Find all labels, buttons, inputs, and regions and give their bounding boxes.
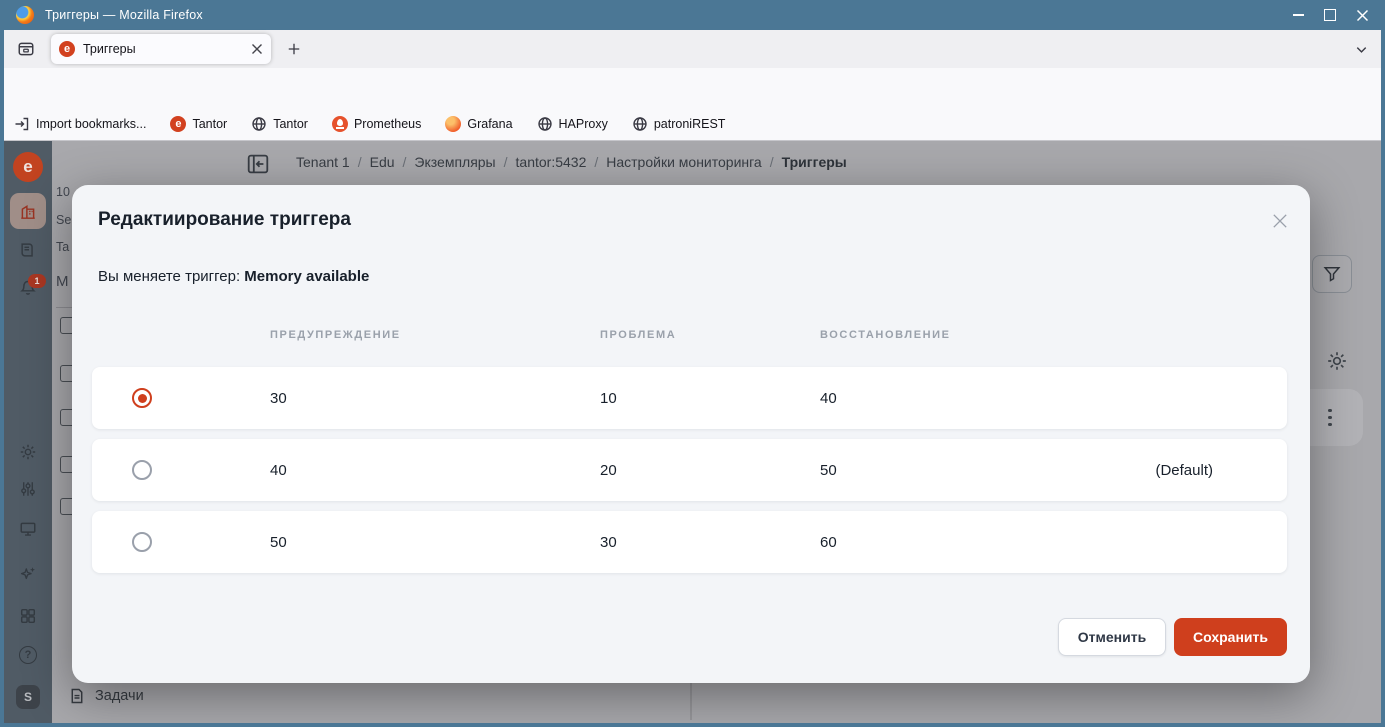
bookmark-grafana[interactable]: Grafana	[445, 116, 512, 132]
radio-option-2[interactable]	[132, 460, 152, 480]
plus-icon	[287, 42, 301, 56]
window-titlebar: Триггеры — Mozilla Firefox	[0, 0, 1385, 30]
bg-fragment: Ta	[56, 240, 69, 254]
window-title: Триггеры — Mozilla Firefox	[45, 8, 203, 22]
import-icon	[14, 116, 30, 132]
bookmark-tantor-2[interactable]: Tantor	[251, 116, 308, 132]
column-recovery: ВОССТАНОВЛЕНИЕ	[820, 329, 951, 341]
save-button[interactable]: Сохранить	[1174, 618, 1287, 656]
settings-gear-icon	[19, 443, 37, 461]
page-settings-gear-icon	[1326, 350, 1348, 372]
breadcrumb: Tenant 1 / Edu / Экземпляры / tantor:543…	[296, 154, 847, 170]
sidebar-item-docs-icon	[19, 241, 37, 259]
filter-button	[1312, 255, 1352, 293]
monitor-icon	[19, 520, 37, 538]
tantor-logo: e	[13, 152, 43, 182]
problem-value: 30	[600, 534, 617, 551]
grafana-icon	[445, 116, 461, 132]
bookmark-import[interactable]: Import bookmarks...	[14, 116, 146, 132]
bg-fragment: 10	[56, 185, 70, 199]
bookmark-haproxy[interactable]: HAProxy	[537, 116, 608, 132]
row-note: (Default)	[1155, 462, 1213, 479]
sparkles-icon	[19, 565, 37, 583]
sidebar-item-instances-icon	[19, 203, 37, 221]
help-icon: ?	[19, 646, 37, 664]
tasks-link: Задачи	[68, 687, 144, 705]
tab-triggers[interactable]: e Триггеры	[51, 34, 271, 64]
collapse-sidebar-icon	[246, 152, 270, 176]
warning-value: 40	[270, 462, 287, 479]
maximize-button[interactable]	[1319, 4, 1341, 26]
modal-close-button[interactable]	[1268, 209, 1292, 233]
bg-fragment: M	[56, 273, 69, 290]
notification-badge: 1	[28, 274, 46, 288]
tab-close-icon[interactable]	[251, 43, 263, 55]
app-sidebar: e 1	[4, 141, 52, 723]
apps-grid-icon	[19, 607, 37, 625]
tab-bar: e Триггеры	[4, 30, 1381, 68]
navigation-toolbar: https://education.tantorlabs.ru/platform…	[4, 68, 1381, 108]
radio-option-3[interactable]	[132, 532, 152, 552]
modal-subtitle: Вы меняете триггер: Memory available	[98, 268, 369, 285]
column-headers: ПРЕДУПРЕЖДЕНИЕ ПРОБЛЕМА ВОССТАНОВЛЕНИЕ	[92, 329, 1287, 345]
problem-value: 10	[600, 390, 617, 407]
list-all-tabs-button[interactable]	[1349, 37, 1373, 61]
recovery-value: 60	[820, 534, 837, 551]
prometheus-icon	[332, 116, 348, 132]
close-x-icon	[1271, 212, 1289, 230]
column-problem: ПРОБЛЕМА	[600, 329, 676, 341]
problem-value: 20	[600, 462, 617, 479]
breadcrumb-monitoring-settings: Настройки мониторинга	[606, 154, 761, 170]
breadcrumb-tenant: Tenant 1	[296, 154, 350, 170]
bookmark-patronirest[interactable]: patroniREST	[632, 116, 726, 132]
recovery-value: 50	[820, 462, 837, 479]
funnel-icon	[1322, 264, 1342, 284]
column-warning: ПРЕДУПРЕЖДЕНИЕ	[270, 329, 401, 341]
bg-fragment: Se	[56, 213, 71, 227]
trigger-option-row[interactable]: 30 10 40	[92, 367, 1287, 429]
globe-icon	[537, 116, 553, 132]
trigger-option-row[interactable]: 50 30 60	[92, 511, 1287, 573]
firefox-view-button[interactable]	[12, 37, 40, 61]
recovery-value: 40	[820, 390, 837, 407]
tantor-icon: e	[170, 116, 186, 132]
breadcrumb-instance: tantor:5432	[516, 154, 587, 170]
user-avatar: S	[16, 685, 40, 709]
warning-value: 50	[270, 534, 287, 551]
page-content-dimmed: e 1	[4, 141, 1381, 723]
tasks-doc-icon	[68, 687, 86, 705]
browser-chrome: e Триггеры	[4, 30, 1381, 723]
tantor-favicon: e	[59, 41, 75, 57]
cancel-button[interactable]: Отменить	[1058, 618, 1166, 656]
firefox-logo-icon	[16, 6, 34, 24]
globe-icon	[632, 116, 648, 132]
tab-title: Триггеры	[83, 42, 251, 56]
firefox-view-icon	[17, 40, 35, 58]
breadcrumb-edu: Edu	[370, 154, 395, 170]
breadcrumb-triggers: Триггеры	[782, 154, 847, 170]
close-button[interactable]	[1351, 4, 1373, 26]
minimize-button[interactable]	[1287, 4, 1309, 26]
globe-icon	[251, 116, 267, 132]
radio-option-1[interactable]	[132, 388, 152, 408]
bookmark-tantor-1[interactable]: e Tantor	[170, 116, 227, 132]
edit-trigger-modal: Редактиирование триггера Вы меняете триг…	[72, 185, 1310, 683]
breadcrumb-instances: Экземпляры	[414, 154, 495, 170]
warning-value: 30	[270, 390, 287, 407]
kebab-menu-icon	[1328, 409, 1332, 427]
modal-title: Редактиирование триггера	[98, 209, 351, 231]
chevron-down-icon	[1354, 42, 1369, 57]
bookmark-prometheus[interactable]: Prometheus	[332, 116, 421, 132]
bookmarks-bar: Import bookmarks... e Tantor Tantor Prom…	[4, 108, 1381, 141]
new-tab-button[interactable]	[282, 37, 306, 61]
close-icon	[1356, 9, 1369, 22]
sliders-icon	[19, 480, 37, 498]
trigger-option-row[interactable]: 40 20 50 (Default)	[92, 439, 1287, 501]
trigger-name: Memory available	[244, 268, 369, 285]
